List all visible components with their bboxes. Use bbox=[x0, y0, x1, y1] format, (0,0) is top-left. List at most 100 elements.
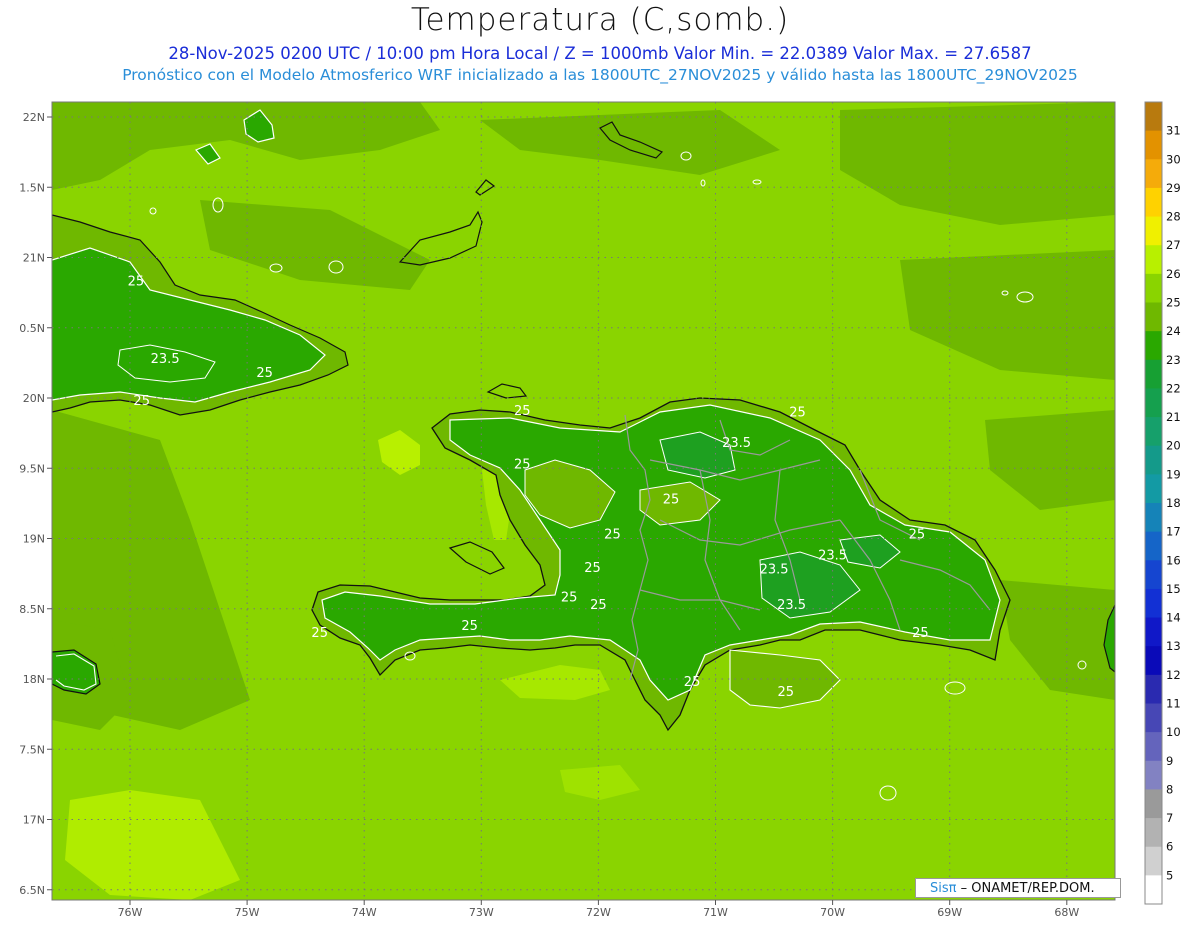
legend-swatch bbox=[1145, 102, 1162, 132]
contour-value-label: 23.5 bbox=[722, 436, 751, 451]
legend-swatch bbox=[1145, 388, 1162, 418]
legend-swatch bbox=[1145, 359, 1162, 389]
legend-swatch bbox=[1145, 331, 1162, 361]
lat-label: 21N bbox=[23, 252, 45, 265]
legend-swatch bbox=[1145, 503, 1162, 533]
legend-value: 25 bbox=[1166, 296, 1181, 310]
latitude-labels: 22N 1.5N 21N 0.5N 20N 9.5N 19N 8.5N 18N 7.5N 17N 6.… bbox=[19, 111, 45, 897]
credit-org: – ONAMET/REP.DOM. bbox=[960, 881, 1095, 896]
legend-value: 31 bbox=[1166, 124, 1181, 138]
lon-label: 69W bbox=[937, 906, 962, 919]
lon-label: 71W bbox=[703, 906, 728, 919]
legend-value: 8 bbox=[1166, 782, 1173, 796]
legend-swatch bbox=[1145, 617, 1162, 647]
contour-value-label: 25 bbox=[311, 626, 328, 641]
credit-sis: Sisπ bbox=[930, 881, 957, 896]
contour-value-label: 23.5 bbox=[760, 563, 789, 578]
contour-value-label: 25 bbox=[133, 394, 150, 409]
legend-value: 23 bbox=[1166, 353, 1181, 367]
lon-label: 72W bbox=[586, 906, 611, 919]
legend-swatch bbox=[1145, 187, 1162, 218]
legend-value: 6 bbox=[1166, 840, 1173, 854]
legend-swatch bbox=[1145, 646, 1162, 676]
lat-label: 7.5N bbox=[19, 743, 45, 756]
legend-value: 19 bbox=[1166, 467, 1181, 481]
contour-value-label: 25 bbox=[684, 675, 701, 690]
legend-value: 5 bbox=[1166, 868, 1173, 882]
contour-value-label: 23.5 bbox=[777, 598, 806, 613]
legend-value: 13 bbox=[1166, 639, 1181, 653]
contour-value-label: 25 bbox=[514, 404, 531, 419]
legend-value: 29 bbox=[1166, 181, 1181, 195]
lon-label: 75W bbox=[235, 906, 260, 919]
legend-value: 11 bbox=[1166, 697, 1181, 711]
contour-value-label: 25 bbox=[514, 457, 531, 472]
contour-value-label: 25 bbox=[256, 366, 273, 381]
contour-value-label: 25 bbox=[789, 405, 806, 420]
lon-label: 70W bbox=[820, 906, 845, 919]
lat-label: 18N bbox=[23, 673, 45, 686]
lat-label: 0.5N bbox=[19, 322, 45, 335]
lat-label: 19N bbox=[23, 533, 45, 546]
legend-swatch bbox=[1145, 674, 1162, 704]
legend-value: 16 bbox=[1166, 553, 1181, 567]
legend-value: 27 bbox=[1166, 238, 1181, 252]
legend-value: 26 bbox=[1166, 267, 1181, 281]
contour-value-label: 25 bbox=[461, 619, 478, 634]
lat-label: 17N bbox=[23, 814, 45, 827]
legend-swatch bbox=[1145, 760, 1162, 790]
legend-swatch bbox=[1145, 818, 1162, 848]
legend-swatch bbox=[1145, 588, 1162, 619]
contour-value-label: 25 bbox=[128, 275, 145, 290]
legend-swatch bbox=[1145, 846, 1162, 876]
contour-value-label: 25 bbox=[909, 528, 926, 543]
lat-label: 20N bbox=[23, 392, 45, 405]
contour-value-label: 23.5 bbox=[818, 549, 847, 564]
contour-value-label: 25 bbox=[604, 528, 621, 543]
contour-value-label: 25 bbox=[663, 492, 680, 507]
legend-value: 15 bbox=[1166, 582, 1181, 596]
longitude-labels: 76W 75W 74W 73W 72W 71W 70W 69W 68W bbox=[118, 906, 1080, 919]
legend-value: 21 bbox=[1166, 410, 1181, 424]
legend-value: 9 bbox=[1166, 754, 1173, 768]
legend-swatch bbox=[1145, 159, 1162, 189]
legend-swatch bbox=[1145, 302, 1162, 332]
contour-value-label: 25 bbox=[561, 591, 578, 606]
credit-box: Sisπ – ONAMET/REP.DOM. bbox=[915, 878, 1121, 898]
legend-value: 28 bbox=[1166, 210, 1181, 224]
legend-swatch bbox=[1145, 531, 1162, 561]
lon-label: 68W bbox=[1054, 906, 1079, 919]
legend-swatch bbox=[1145, 216, 1162, 246]
contour-value-label: 25 bbox=[777, 685, 794, 700]
legend-value: 10 bbox=[1166, 725, 1181, 739]
legend-value: 20 bbox=[1166, 439, 1181, 453]
legend-swatch bbox=[1145, 789, 1162, 819]
contour-value-label: 25 bbox=[912, 626, 929, 641]
legend-value: 22 bbox=[1166, 381, 1181, 395]
lat-label: 6.5N bbox=[19, 884, 45, 897]
contour-value-label: 25 bbox=[590, 598, 607, 613]
legend-swatch bbox=[1145, 273, 1162, 303]
lon-label: 73W bbox=[469, 906, 494, 919]
legend-swatch bbox=[1145, 474, 1162, 504]
legend-value: 17 bbox=[1166, 525, 1181, 539]
legend-swatch bbox=[1145, 417, 1162, 447]
lat-label: 1.5N bbox=[19, 181, 45, 194]
legend-swatch bbox=[1145, 732, 1162, 762]
contour-value-label: 25 bbox=[584, 561, 601, 576]
legend-swatch bbox=[1145, 875, 1162, 905]
color-legend: 31 30 29 28 27 26 25 24 23 22 21 20 19 18 17 16 15 14 13 12… bbox=[1144, 101, 1181, 905]
lat-label: 9.5N bbox=[19, 462, 45, 475]
lat-label: 8.5N bbox=[19, 603, 45, 616]
legend-swatch bbox=[1145, 130, 1162, 160]
legend-swatch bbox=[1145, 245, 1162, 275]
legend-value: 14 bbox=[1166, 611, 1181, 625]
map-field bbox=[52, 102, 1115, 900]
legend-swatch bbox=[1145, 560, 1162, 590]
legend-value: 24 bbox=[1166, 324, 1181, 338]
legend-value: 18 bbox=[1166, 496, 1181, 510]
lon-label: 76W bbox=[118, 906, 143, 919]
temperature-map: 76W 75W 74W 73W 72W 71W 70W 69W 68W 22N 1.5N 21N 0.… bbox=[19, 101, 1181, 919]
contour-value-label: 23.5 bbox=[151, 352, 180, 367]
legend-value: 7 bbox=[1166, 811, 1173, 825]
